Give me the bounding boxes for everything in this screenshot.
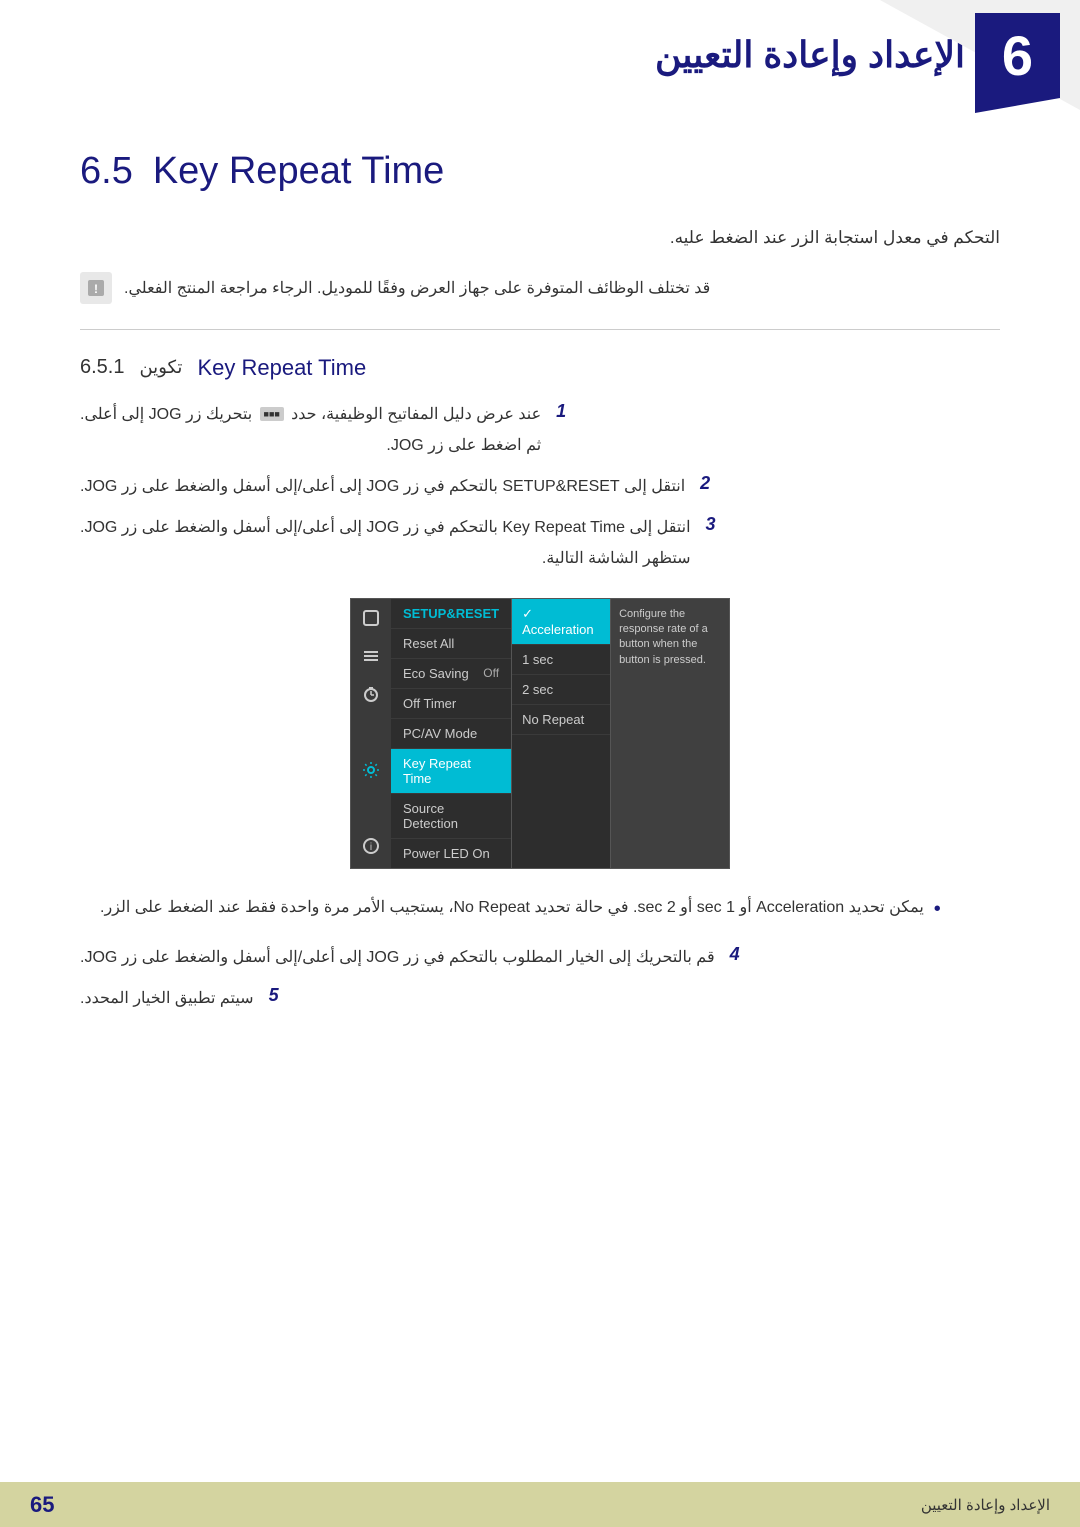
main-content: Key Repeat Time 6.5 التحكم في معدل استجا… [0,110,1080,1066]
step-1-number: 1 [556,401,576,422]
steps-container-continued: 4 قم بالتحريك إلى الخيار المطلوب بالتحكم… [80,944,1000,1012]
tooltip-text: Configure the response rate of a button … [619,608,708,666]
icon-pcav [351,713,391,751]
icon-source [351,789,391,827]
page-footer: 65 الإعداد وإعادة التعيين [0,1482,1080,1527]
step-3-subtext: ستظهر الشاشة التالية. [80,545,691,572]
menu-header-text: SETUP&RESET [403,606,499,621]
chapter-header: الإعداد وإعادة التعيين 6 [0,0,1080,110]
icon-eco [351,637,391,675]
submenu-item-1sec[interactable]: 1 sec [512,645,610,675]
menu-item-keyrepeat[interactable]: Key Repeat Time [391,749,511,794]
step-1-subtext: ثم اضغط على زر JOG. [80,432,541,459]
icon-timer [351,675,391,713]
menu-item-source[interactable]: Source Detection [391,794,511,839]
chapter-number: 6 [1002,23,1033,88]
step-4: 4 قم بالتحريك إلى الخيار المطلوب بالتحكم… [80,944,1000,971]
step-2: 2 انتقل إلى SETUP&RESET بالتحكم في زر JO… [80,473,1000,500]
submenu-item-accel[interactable]: ✓ Acceleration [512,599,610,645]
note-box: قد تختلف الوظائف المتوفرة على جهاز العرض… [80,272,1000,304]
svg-text:i: i [370,842,372,853]
menu-screenshot: i SETUP&RESET Reset All Eco Saving Off O… [80,598,1000,869]
section-heading: Key Repeat Time 6.5 [80,150,1000,193]
step-2-number: 2 [700,473,720,494]
menu-labels-col: SETUP&RESET Reset All Eco Saving Off Off… [391,599,511,868]
menu-item-eco-label: Eco Saving [403,666,469,681]
step-3: 3 انتقل إلى Key Repeat Time بالتحكم في ز… [80,514,1000,572]
menu-item-pcav[interactable]: PC/AV Mode [391,719,511,749]
steps-container: 1 عند عرض دليل المفاتيح الوظيفية، حدد ■■… [80,401,1000,573]
submenu-item-norepeat[interactable]: No Repeat [512,705,610,735]
step-4-number: 4 [730,944,750,965]
menu-item-reset[interactable]: Reset All [391,629,511,659]
submenu-norepeat-label: No Repeat [522,712,584,727]
step-5: 5 سيتم تطبيق الخيار المحدد. [80,985,1000,1012]
step-1-text: عند عرض دليل المفاتيح الوظيفية، حدد ■■■ … [80,401,541,428]
menu-item-timer[interactable]: Off Timer [391,689,511,719]
submenu-1sec-label: 1 sec [522,652,553,667]
step-3-text: انتقل إلى Key Repeat Time بالتحكم في زر … [80,514,691,541]
bullet-text: يمكن تحديد Acceleration أو sec 1 أو sec … [100,894,924,921]
chapter-number-box: 6 [975,13,1060,98]
menu-item-reset-label: Reset All [403,636,454,651]
bullet-item: • يمكن تحديد Acceleration أو sec 1 أو se… [100,894,980,924]
menu-item-eco-value: Off [483,666,499,680]
svg-text:!: ! [94,282,98,296]
submenu-col: ✓ Acceleration 1 sec 2 sec No Repeat [511,599,610,868]
subsection-title-arabic: تكوين [139,357,182,378]
menu-item-eco[interactable]: Eco Saving Off [391,659,511,689]
menu-container: i SETUP&RESET Reset All Eco Saving Off O… [350,598,730,869]
footer-page-number: 65 [30,1492,54,1518]
step-2-text: انتقل إلى SETUP&RESET بالتحكم في زر JOG … [80,473,685,500]
subsection-heading: Key Repeat Time تكوين 6.5.1 [80,355,1000,381]
menu-item-led-label: Power LED On [403,846,490,861]
menu-item-keyrepeat-label: Key Repeat Time [403,756,499,786]
footer-chapter-title: الإعداد وإعادة التعيين [921,1496,1050,1514]
step-1: 1 عند عرض دليل المفاتيح الوظيفية، حدد ■■… [80,401,1000,459]
menu-item-pcav-label: PC/AV Mode [403,726,477,741]
menu-tooltip: Configure the response rate of a button … [610,599,729,868]
submenu-item-2sec[interactable]: 2 sec [512,675,610,705]
menu-header: SETUP&RESET [391,599,511,629]
section-description: التحكم في معدل استجابة الزر عند الضغط عل… [80,223,1000,254]
submenu-2sec-label: 2 sec [522,682,553,697]
section-divider [80,329,1000,330]
icon-info: i [351,827,391,865]
submenu-accel-label: ✓ Acceleration [522,606,594,637]
note-text: قد تختلف الوظائف المتوفرة على جهاز العرض… [124,278,710,298]
menu-item-source-label: Source Detection [403,801,499,831]
chapter-title: الإعداد وإعادة التعيين [655,34,965,76]
jog-icon-inline: ■■■ [260,407,284,421]
section-number: 6.5 [80,150,133,193]
icon-reset [351,599,391,637]
note-icon: ! [80,272,112,304]
step-3-number: 3 [706,514,726,535]
step-5-number: 5 [269,985,289,1006]
subsection-number: 6.5.1 [80,356,124,379]
step-5-text: سيتم تطبيق الخيار المحدد. [80,985,254,1012]
menu-item-led[interactable]: Power LED On [391,839,511,868]
subsection-title-en: Key Repeat Time [197,355,366,381]
menu-item-timer-label: Off Timer [403,696,456,711]
menu-icons-col: i [351,599,391,868]
bullet-dot: • [934,894,941,924]
section-title-en: Key Repeat Time [153,150,444,193]
bullet-section: • يمكن تحديد Acceleration أو sec 1 أو se… [80,894,1000,924]
step-4-text: قم بالتحريك إلى الخيار المطلوب بالتحكم ف… [80,944,715,971]
icon-gear [351,751,391,789]
